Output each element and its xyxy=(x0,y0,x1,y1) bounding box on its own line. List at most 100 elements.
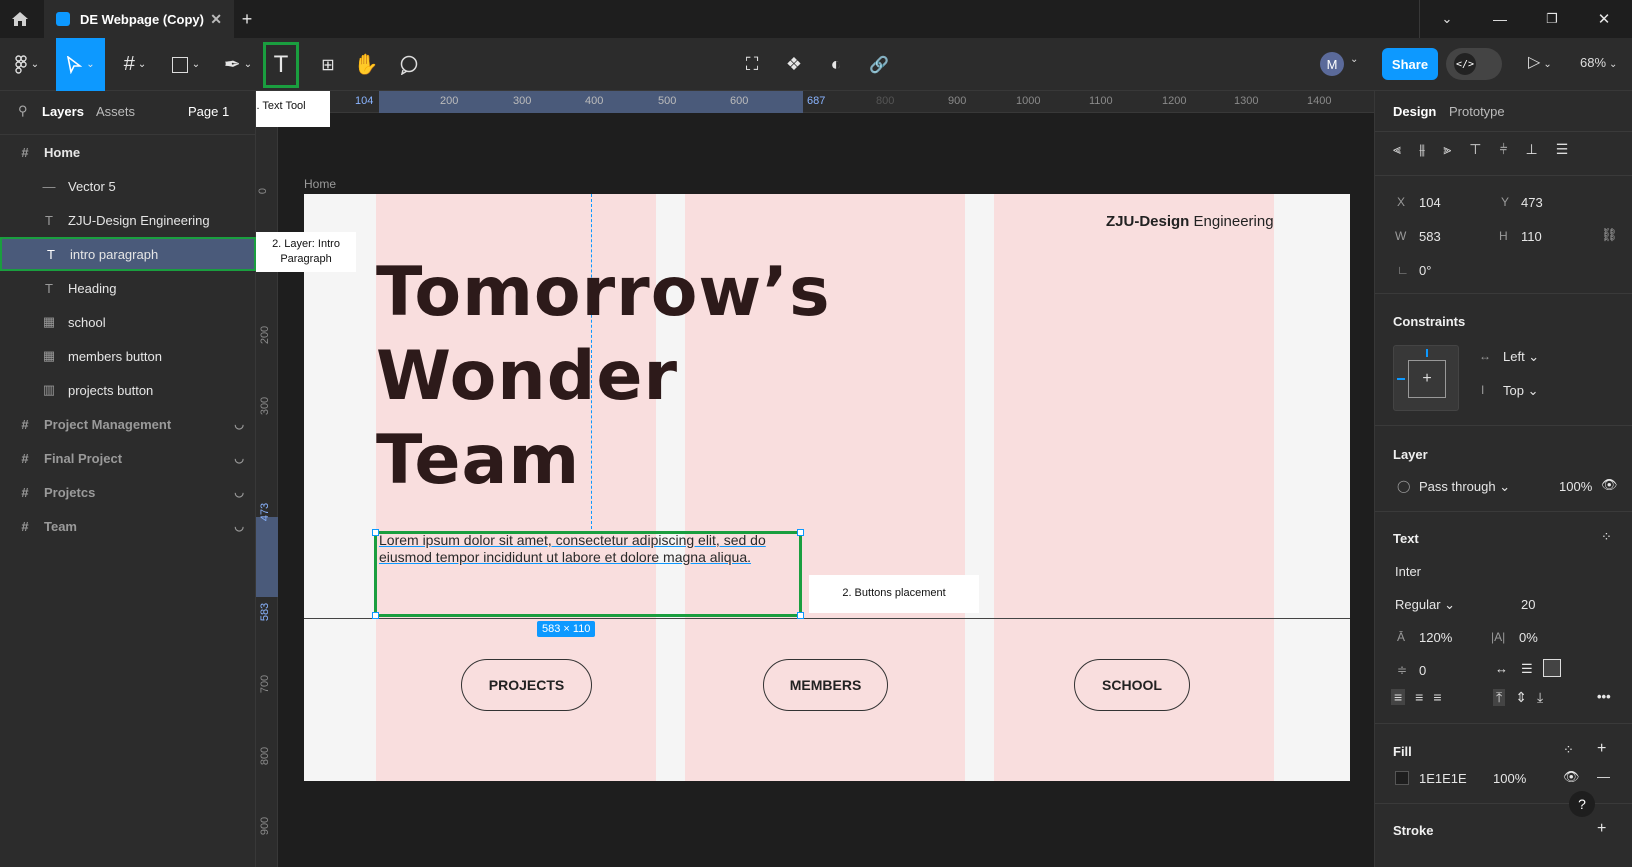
share-button[interactable]: Share xyxy=(1382,48,1438,80)
tab-layers[interactable]: Layers xyxy=(42,104,84,119)
search-icon[interactable]: ⚲ xyxy=(18,103,28,119)
align-text-top-icon[interactable]: ⤒ xyxy=(1493,689,1506,706)
align-center-h-icon[interactable]: ⫵ xyxy=(1419,141,1425,158)
visibility-eye-icon[interactable]: 👁 xyxy=(1601,477,1618,493)
align-text-bottom-icon[interactable]: ⤓ xyxy=(1537,689,1543,706)
fill-visibility-icon[interactable]: 👁 xyxy=(1563,769,1580,785)
constraint-widget[interactable]: + xyxy=(1393,345,1459,411)
hidden-icon[interactable]: ◡ xyxy=(234,418,244,431)
layer-heading[interactable]: T Heading xyxy=(0,271,256,305)
avatar[interactable]: M xyxy=(1320,52,1344,76)
line-height-input[interactable]: 120% xyxy=(1419,630,1452,645)
auto-width-icon[interactable]: ↔ xyxy=(1495,661,1508,676)
comment-tool-icon[interactable] xyxy=(394,38,424,91)
layer-home[interactable]: # Home xyxy=(0,135,256,169)
projects-button[interactable]: PROJECTS xyxy=(461,659,592,711)
avatar-chevron-icon[interactable]: ⌄ xyxy=(1350,54,1358,65)
layer-brand-text[interactable]: T ZJU-Design Engineering xyxy=(0,203,256,237)
vector-divider[interactable] xyxy=(304,618,1350,619)
fill-hex-input[interactable]: 1E1E1E xyxy=(1419,771,1467,786)
hand-tool-icon[interactable]: ✋ xyxy=(351,38,381,91)
brand-text[interactable]: ZJU-Design Engineering xyxy=(1106,213,1274,230)
text-tool-button[interactable]: T xyxy=(263,42,299,88)
contrast-icon[interactable]: ◐ xyxy=(821,38,851,91)
link-icon[interactable]: 🔗 xyxy=(864,38,894,91)
members-button[interactable]: MEMBERS xyxy=(763,659,888,711)
fill-swatch[interactable] xyxy=(1395,771,1409,785)
minimize-icon[interactable]: — xyxy=(1489,8,1511,30)
paragraph-spacing-input[interactable]: 0 xyxy=(1419,663,1426,678)
tab-assets[interactable]: Assets xyxy=(96,104,135,119)
home-frame[interactable]: ZJU-Design Engineering Tomorrow’s Wonder… xyxy=(304,194,1350,781)
close-window-icon[interactable]: ✕ xyxy=(1593,8,1615,30)
school-button[interactable]: SCHOOL xyxy=(1074,659,1190,711)
main-menu-icon[interactable]: ⌄ xyxy=(8,38,44,91)
shape-tool-icon[interactable]: ⌄ xyxy=(168,38,204,91)
home-icon[interactable] xyxy=(8,8,32,30)
font-size-input[interactable]: 20 xyxy=(1521,597,1535,612)
present-icon[interactable]: ▷ ⌄ xyxy=(1528,52,1552,72)
fixed-size-icon[interactable] xyxy=(1543,659,1561,677)
resources-icon[interactable]: ⊞ xyxy=(313,38,343,91)
hidden-icon[interactable]: ◡ xyxy=(234,520,244,533)
layer-team[interactable]: # Team ◡ xyxy=(0,509,256,543)
y-value[interactable]: 473 xyxy=(1521,195,1543,210)
h-value[interactable]: 110 xyxy=(1521,229,1542,244)
move-tool-button[interactable]: ⌄ xyxy=(56,38,105,91)
canvas[interactable]: 104 200 300 400 500 600 687 800 900 1000… xyxy=(256,91,1374,867)
resize-handle[interactable] xyxy=(372,529,379,536)
heading[interactable]: Tomorrow’s Wonder Team xyxy=(376,251,831,503)
restore-icon[interactable]: ❐ xyxy=(1541,8,1563,30)
hidden-icon[interactable]: ◡ xyxy=(234,486,244,499)
component-icon[interactable]: ❖ xyxy=(779,38,809,91)
align-text-left-icon[interactable]: ≡ xyxy=(1391,689,1406,705)
letter-spacing-input[interactable]: 0% xyxy=(1519,630,1538,645)
fill-styles-icon[interactable]: ⁘ xyxy=(1563,742,1574,758)
hidden-icon[interactable]: ◡ xyxy=(234,452,244,465)
layer-vector[interactable]: — Vector 5 xyxy=(0,169,256,203)
align-right-icon[interactable]: ⫸ xyxy=(1443,141,1451,158)
fill-opacity-input[interactable]: 100% xyxy=(1493,771,1526,786)
v-constraint-select[interactable]: Top ⌄ xyxy=(1503,383,1538,399)
align-text-center-icon[interactable]: ≡ xyxy=(1415,689,1423,705)
zoom-level[interactable]: 68% ⌄ xyxy=(1580,55,1617,70)
pen-tool-icon[interactable]: ✒ ⌄ xyxy=(220,38,256,91)
align-text-middle-icon[interactable]: ⇕ xyxy=(1515,689,1527,706)
resize-handle[interactable] xyxy=(797,529,804,536)
layer-projects-button[interactable]: ▥ projects button xyxy=(0,373,256,407)
tab-prototype[interactable]: Prototype xyxy=(1449,104,1505,119)
resize-handle[interactable] xyxy=(797,612,804,619)
distribute-icon[interactable]: ☰ xyxy=(1556,141,1569,158)
align-bottom-icon[interactable]: ⊥ xyxy=(1526,141,1538,158)
layer-final-project[interactable]: # Final Project ◡ xyxy=(0,441,256,475)
add-fill-icon[interactable]: + xyxy=(1597,740,1606,758)
file-tab[interactable]: DE Webpage (Copy) ✕ xyxy=(44,0,234,38)
transform-icon[interactable]: ⛶ xyxy=(737,38,767,91)
constrain-proportions-icon[interactable]: ⛓ xyxy=(1601,227,1618,243)
page-selector[interactable]: Page 1 xyxy=(188,104,229,119)
frame-tool-icon[interactable]: # ⌄ xyxy=(117,38,153,91)
tab-design[interactable]: Design xyxy=(1393,104,1436,119)
align-middle-v-icon[interactable]: ⫩ xyxy=(1499,141,1507,158)
layer-members-button[interactable]: ▦ members button xyxy=(0,339,256,373)
align-text-right-icon[interactable]: ≡ xyxy=(1433,689,1441,705)
font-family-select[interactable]: Inter xyxy=(1395,564,1421,579)
rotation-value[interactable]: 0° xyxy=(1419,263,1431,278)
text-styles-icon[interactable]: ⁘ xyxy=(1601,529,1612,545)
frame-label[interactable]: Home xyxy=(304,177,336,191)
close-tab-icon[interactable]: ✕ xyxy=(210,11,222,28)
x-value[interactable]: 104 xyxy=(1419,195,1441,210)
dev-mode-toggle[interactable]: </> xyxy=(1446,48,1502,80)
align-top-icon[interactable]: ⊤ xyxy=(1469,141,1481,158)
resize-handle[interactable] xyxy=(372,612,379,619)
more-options-icon[interactable]: ••• xyxy=(1597,689,1611,704)
align-left-icon[interactable]: ⫷ xyxy=(1393,141,1401,158)
w-value[interactable]: 583 xyxy=(1419,229,1441,244)
chevron-down-icon[interactable]: ⌄ xyxy=(1436,8,1458,30)
layer-project-management[interactable]: # Project Management ◡ xyxy=(0,407,256,441)
remove-fill-icon[interactable]: — xyxy=(1597,769,1610,784)
layer-school[interactable]: ▦ school xyxy=(0,305,256,339)
layer-intro-paragraph[interactable]: Tintro paragraph xyxy=(0,237,256,271)
help-button[interactable]: ? xyxy=(1569,791,1595,817)
layer-projetcs[interactable]: # Projetcs ◡ xyxy=(0,475,256,509)
